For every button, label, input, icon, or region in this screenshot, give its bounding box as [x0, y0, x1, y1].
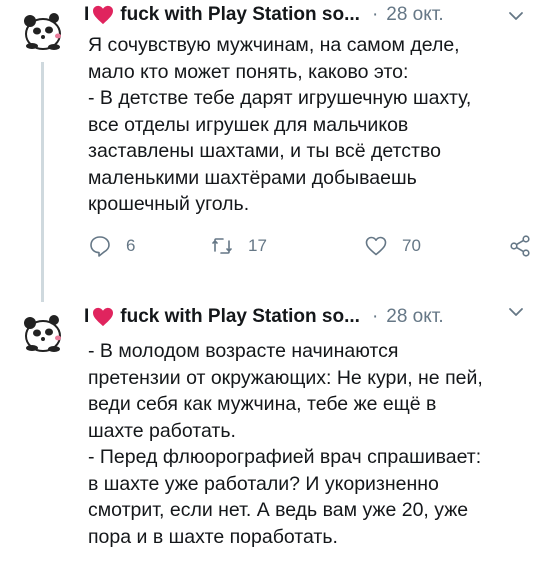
reply-button[interactable]: 6	[88, 234, 135, 258]
separator-dot: ·	[371, 4, 379, 25]
tweet-text-line: - Перед флюорографией врач спрашивает:	[88, 446, 482, 468]
tweet-2[interactable]: I fuck with Play Station so... · 28 окт.…	[0, 290, 540, 561]
tweet-text-line: веди себя как мужчина, тебе же ещё в	[88, 393, 437, 415]
display-name-prefix: I	[84, 306, 90, 327]
tweet-text: - В молодом возрасте начинаются претензи…	[88, 338, 528, 550]
thread-connector	[41, 290, 44, 302]
thread-connector	[41, 62, 44, 290]
tweet-text-line: крошечный уголь.	[88, 193, 250, 215]
tweet-text-line: мало кто может понять, каково это:	[88, 60, 409, 83]
avatar[interactable]	[18, 6, 68, 56]
tweet-text-line: все отделы игрушек для мальчиков	[88, 113, 409, 136]
chevron-down-icon[interactable]	[508, 8, 524, 24]
reply-count: 6	[126, 236, 136, 255]
tweet-header: I fuck with Play Station so... · 28 окт.	[84, 302, 444, 332]
like-icon	[365, 236, 387, 256]
retweet-icon	[212, 238, 232, 254]
separator-dot: ·	[371, 306, 379, 327]
tweet-text-line: претензии от окружающих: Не кури, не пей…	[88, 366, 483, 389]
display-name-prefix: I	[84, 4, 90, 25]
like-count: 70	[402, 236, 421, 255]
share-button[interactable]	[508, 234, 540, 258]
like-button[interactable]: 70	[364, 234, 421, 258]
tweet-text-line: - В детстве тебе дарят игрушечную шахту,	[88, 87, 472, 109]
tweet-text-line: смотрит, если нет. А ведь вам уже 20, уж…	[88, 499, 469, 521]
reply-icon	[90, 236, 110, 257]
tweet-text-line: маленькими шахтёрами добываешь	[88, 166, 417, 189]
display-name[interactable]: I fuck with Play Station so...	[84, 4, 360, 26]
tweet-actions: 6 17 70	[88, 234, 530, 262]
tweet-text-line: Я сочувствую мужчинам, на самом деле,	[88, 34, 460, 56]
display-name-text: fuck with Play Station so...	[120, 4, 360, 25]
display-name[interactable]: I fuck with Play Station so...	[84, 306, 360, 328]
avatar[interactable]	[18, 308, 68, 358]
retweet-count: 17	[248, 236, 267, 255]
tweet-text-line: шахте работать.	[88, 419, 236, 442]
tweet-1[interactable]: I fuck with Play Station so... · 28 окт.…	[0, 0, 540, 290]
tweet-text: Я сочувствую мужчинам, на самом деле, ма…	[88, 32, 528, 218]
share-icon	[510, 235, 530, 257]
panda-avatar-icon	[24, 315, 61, 352]
tweet-header: I fuck with Play Station so... · 28 окт.	[84, 0, 444, 30]
tweet-date[interactable]: 28 окт.	[386, 4, 443, 26]
tweet-text-line: заставлены шахтами, и ты всё детство	[88, 140, 441, 162]
retweet-button[interactable]: 17	[210, 234, 267, 258]
display-name-text: fuck with Play Station so...	[120, 306, 360, 327]
chevron-down-icon[interactable]	[508, 304, 524, 320]
tweet-text-line: - В молодом возрасте начинаются	[88, 340, 399, 362]
heart-icon	[93, 307, 114, 327]
panda-avatar-icon	[24, 13, 61, 50]
tweet-date[interactable]: 28 окт.	[386, 306, 443, 328]
tweet-text-line: пора и в шахте поработать.	[88, 525, 338, 548]
heart-icon	[93, 5, 114, 25]
tweet-text-line: в шахте уже работали? И укоризненно	[88, 472, 439, 495]
